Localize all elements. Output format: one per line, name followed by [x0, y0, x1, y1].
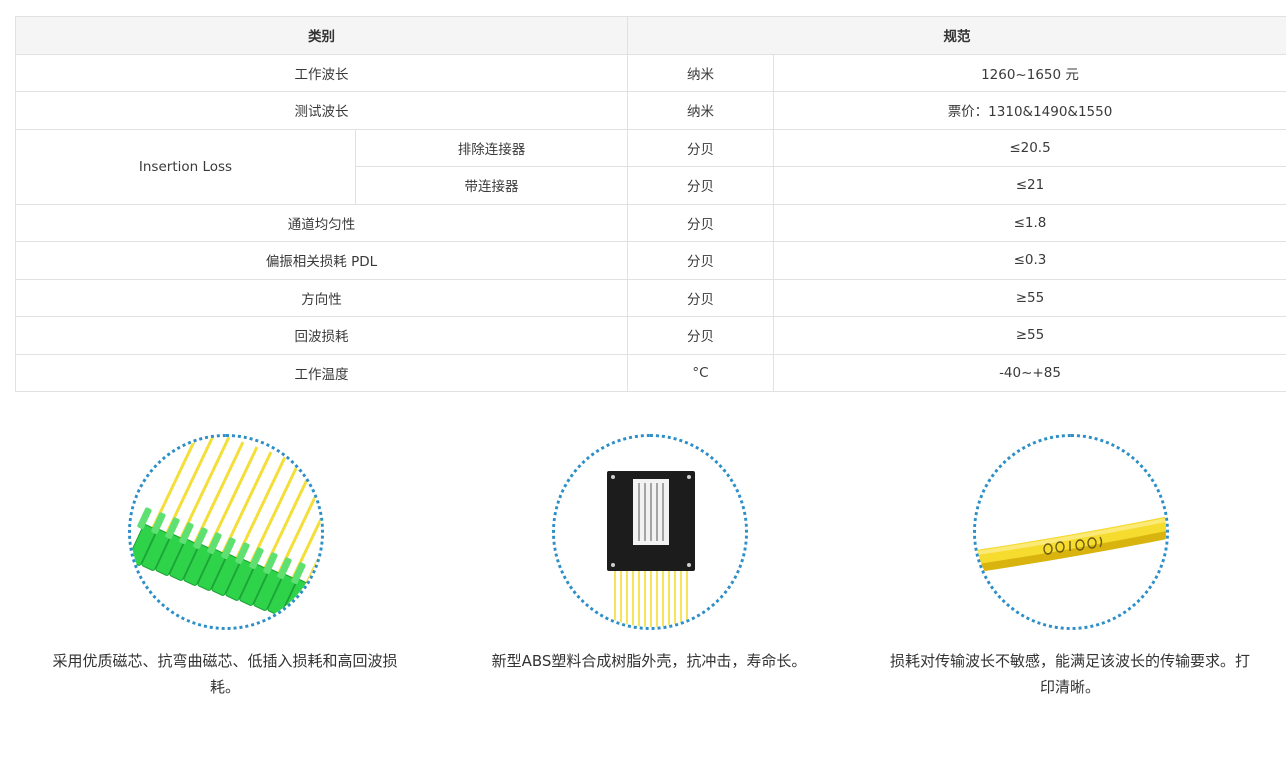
- feature-caption-line: 损耗对传输波长不敏感，能满足该波长的传输要求。打: [889, 652, 1250, 670]
- table-row: 方向性 分贝 ≥55: [15, 278, 1286, 317]
- table-row: 工作波长 纳米 1260~1650 元: [15, 53, 1286, 92]
- feature-caption-line: 采用优质磁芯、抗弯曲磁芯、低插入损耗和高回波损: [52, 652, 398, 670]
- table-row: 通道均匀性 分贝 ≤1.8: [15, 203, 1286, 242]
- row-value: ≤1.8: [773, 203, 1286, 242]
- row-label: 偏振相关损耗 PDL: [15, 241, 628, 280]
- row-unit: 分贝: [627, 203, 774, 242]
- row-unit: °C: [627, 353, 774, 392]
- row-label-insertion-loss: Insertion Loss: [15, 128, 356, 205]
- feature-caption: 采用优质磁芯、抗弯曲磁芯、低插入损耗和高回波损 耗。: [35, 648, 415, 700]
- row-sublabel: 排除连接器: [355, 128, 628, 167]
- row-unit: 分贝: [627, 128, 774, 167]
- abs-splitter-box-icon: [552, 434, 748, 630]
- row-value: 1260~1650 元: [773, 53, 1286, 92]
- row-label: 回波损耗: [15, 316, 628, 355]
- row-value: -40~+85: [773, 353, 1286, 392]
- row-unit: 分贝: [627, 278, 774, 317]
- abs-splitter-box-image: [555, 437, 745, 627]
- feature-caption-line: 新型ABS塑料合成树脂外壳，抗冲击，寿命长。: [491, 652, 807, 670]
- row-value: ≤20.5: [773, 128, 1286, 167]
- sc-connector-fan-image: [131, 437, 321, 627]
- feature-caption-line: 印清晰。: [1039, 678, 1100, 696]
- row-value: 票价：1310&1490&1550: [773, 91, 1286, 130]
- row-value: ≤21: [773, 166, 1286, 205]
- row-unit: 纳米: [627, 53, 774, 92]
- feature-caption: 损耗对传输波长不敏感，能满足该波长的传输要求。打 印清晰。: [880, 648, 1260, 700]
- sc-connector-fan-icon: [128, 434, 324, 630]
- row-value: ≤0.3: [773, 241, 1286, 280]
- header-spec: 规范: [627, 16, 1286, 55]
- yellow-fiber-cable-image: [976, 437, 1166, 627]
- table-row: 工作温度 °C -40~+85: [15, 353, 1286, 392]
- feature-caption-line: 耗。: [209, 678, 240, 696]
- row-unit: 纳米: [627, 91, 774, 130]
- feature-caption: 新型ABS塑料合成树脂外壳，抗冲击，寿命长。: [459, 648, 839, 674]
- row-unit: 分贝: [627, 241, 774, 280]
- table-row: 偏振相关损耗 PDL 分贝 ≤0.3: [15, 241, 1286, 280]
- header-category: 类别: [15, 16, 628, 55]
- table-row: 回波损耗 分贝 ≥55: [15, 316, 1286, 355]
- row-label: 通道均匀性: [15, 203, 628, 242]
- row-label: 测试波长: [15, 91, 628, 130]
- row-value: ≥55: [773, 316, 1286, 355]
- feature-section: 采用优质磁芯、抗弯曲磁芯、低插入损耗和高回波损 耗。 新型ABS塑料合成树脂外壳…: [0, 430, 1286, 730]
- yellow-fiber-cable-icon: [973, 434, 1169, 630]
- spec-table: 类别 规范 工作波长 纳米 1260~1650 元 测试波长 纳米 票价：131…: [15, 16, 1286, 392]
- row-label: 工作温度: [15, 353, 628, 392]
- table-header-row: 类别 规范: [15, 16, 1286, 55]
- row-sublabel: 带连接器: [355, 166, 628, 205]
- row-label: 方向性: [15, 278, 628, 317]
- row-unit: 分贝: [627, 166, 774, 205]
- row-label: 工作波长: [15, 53, 628, 92]
- table-row: 测试波长 纳米 票价：1310&1490&1550: [15, 91, 1286, 130]
- row-value: ≥55: [773, 278, 1286, 317]
- table-row: Insertion Loss 排除连接器 分贝 ≤20.5: [15, 128, 1286, 205]
- row-unit: 分贝: [627, 316, 774, 355]
